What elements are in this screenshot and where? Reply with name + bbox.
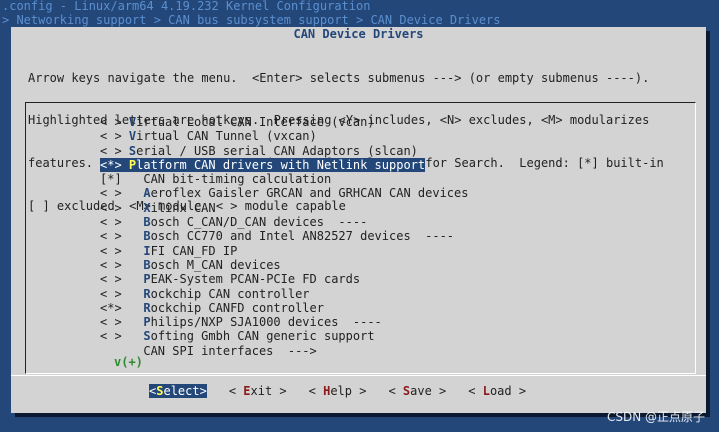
menu-item-label <box>129 229 143 243</box>
menu-list-box: < > Virtual Local CAN Interface (vcan) < … <box>25 102 696 374</box>
menu-item-state[interactable]: < > <box>100 144 129 158</box>
button-label: xit > <box>250 384 287 398</box>
menu-item-state[interactable]: < > <box>100 272 129 286</box>
menu-item-hotkey: B <box>143 257 151 272</box>
menu-item-label <box>129 329 143 343</box>
menu-item[interactable]: < > Virtual Local CAN Interface (vcan) <box>100 115 468 129</box>
menu-item[interactable]: < > PEAK-System PCAN-PCIe FD cards <box>100 272 468 286</box>
exit-button[interactable]: < Exit > <box>229 384 287 398</box>
menu-item-label: latform CAN drivers with Netlink support <box>136 157 426 172</box>
menu-item-label: eroflex Gaisler GRCAN and GRHCAN CAN dev… <box>150 186 469 201</box>
watermark: CSDN @正点原子 <box>606 409 705 424</box>
button-hotkey: L <box>482 384 490 398</box>
menu-item-label <box>129 315 143 329</box>
menu-item-label: osch C_CAN/D_CAN devices ---- <box>150 215 368 230</box>
menu-item-hotkey: X <box>143 200 151 215</box>
menu-item-hotkey: R <box>143 300 151 315</box>
menu-item-label: osch M_CAN devices <box>150 257 281 272</box>
menu-item-state[interactable]: < > <box>100 215 129 229</box>
menu-item-hotkey: B <box>143 229 151 244</box>
menu-item-label: osch CC770 and Intel AN82527 devices ---… <box>150 229 455 244</box>
menu-item[interactable]: < > Bosch CC770 and Intel AN82527 device… <box>100 229 468 243</box>
menu-item-hotkey: A <box>143 186 151 201</box>
menu-item-hotkey: I <box>143 243 151 258</box>
menu-item-label <box>129 258 143 272</box>
menu-item[interactable]: < > Bosch M_CAN devices <box>100 258 468 272</box>
menu-item-label: CAN bit-timing calculation <box>128 172 332 187</box>
dialog-title: CAN Device Drivers <box>11 27 706 41</box>
menu-item-label: ockchip CANFD controller <box>150 300 324 315</box>
menu-item-label <box>129 287 143 301</box>
menu-item-hotkey: P <box>143 272 151 287</box>
menu-item[interactable]: < > Aeroflex Gaisler GRCAN and GRHCAN CA… <box>100 186 468 200</box>
menu-item-label: EAK-System PCAN-PCIe FD cards <box>150 272 361 287</box>
menu-list[interactable]: < > Virtual Local CAN Interface (vcan) < … <box>100 115 468 358</box>
title-bar: .config - Linux/arm64 4.19.232 Kernel Co… <box>0 0 719 28</box>
menu-item-state[interactable]: <*> <box>100 158 129 172</box>
button-bracket: < <box>388 384 403 398</box>
menu-item[interactable]: < > Philips/NXP SJA1000 devices ---- <box>100 315 468 329</box>
menu-item-state[interactable]: < > <box>100 115 129 129</box>
menu-item-label <box>129 301 143 315</box>
menu-item[interactable]: < > Softing Gmbh CAN generic support <box>100 329 468 343</box>
button-bracket: < <box>308 384 324 398</box>
menu-item-label: ofting Gmbh CAN generic support <box>150 329 375 344</box>
help-button[interactable]: < Help > <box>309 384 367 398</box>
menu-item-state[interactable]: < > <box>100 329 129 343</box>
menu-item-label: irtual CAN Tunnel (vxcan) <box>136 129 317 144</box>
menu-item[interactable]: < > Virtual CAN Tunnel (vxcan) <box>100 129 468 143</box>
menu-item-label: CAN SPI interfaces ---> <box>128 343 317 358</box>
menu-item-hotkey: S <box>143 329 151 344</box>
menu-item-state[interactable]: < > <box>100 186 129 200</box>
menu-item-hotkey: R <box>143 286 151 301</box>
menu-item-state[interactable]: <*> <box>100 301 129 315</box>
menu-item[interactable]: < > Serial / USB serial CAN Adaptors (sl… <box>100 144 468 158</box>
menu-item-state[interactable]: < > <box>100 315 129 329</box>
button-bracket: < <box>228 384 244 398</box>
menu-dialog: CAN Device Drivers Arrow keys navigate t… <box>11 27 706 413</box>
breadcrumb: > Networking support > CAN bus subsystem… <box>2 13 501 27</box>
menu-item[interactable]: <*> Rockchip CANFD controller <box>100 301 468 315</box>
menu-item-label: irtual Local CAN Interface (vcan) <box>136 115 375 129</box>
menu-item-state[interactable]: < > <box>100 201 129 215</box>
button-label: elect> <box>163 384 207 398</box>
save-button[interactable]: < Save > <box>388 384 446 398</box>
menu-item[interactable]: < > Rockchip CAN controller <box>100 287 468 301</box>
select-button[interactable]: <Select> <box>149 384 207 399</box>
config-title: .config - Linux/arm64 4.19.232 Kernel Co… <box>2 0 371 13</box>
menu-item-label <box>129 186 143 200</box>
menu-item[interactable]: < > IFI CAN_FD IP <box>100 244 468 258</box>
menu-item[interactable]: [*] CAN bit-timing calculation <box>100 172 468 186</box>
menu-item-state[interactable]: < > <box>100 244 129 258</box>
menu-item[interactable]: < > Xilinx CAN <box>100 201 468 215</box>
menu-item-label: hilips/NXP SJA1000 devices ---- <box>150 315 382 330</box>
menu-item-label <box>129 215 143 229</box>
menu-item-state[interactable]: < > <box>100 287 129 301</box>
menu-item-state[interactable]: < > <box>100 229 129 243</box>
menu-item-label <box>129 201 143 215</box>
menu-item-state[interactable]: [*] <box>100 172 129 186</box>
button-hotkey: E <box>243 384 251 398</box>
button-bar: <Select> < Exit > < Help > < Save > < Load > <box>149 384 548 399</box>
menu-item-label <box>129 244 143 258</box>
load-button[interactable]: < Load > <box>468 384 526 398</box>
menu-item-state[interactable]: < > <box>100 129 129 143</box>
menu-item-label: FI CAN_FD IP <box>150 243 238 258</box>
menu-item-label: erial / USB serial CAN Adaptors (slcan) <box>136 143 418 158</box>
menu-item-hotkey: P <box>143 315 151 330</box>
menu-item[interactable]: < > Bosch C_CAN/D_CAN devices ---- <box>100 215 468 229</box>
menu-item-state[interactable]: < > <box>100 258 129 272</box>
menu-item[interactable]: <*> Platform CAN drivers with Netlink su… <box>100 157 468 173</box>
button-label: ave > <box>410 384 447 398</box>
menu-item-label <box>129 272 143 286</box>
menu-item-hotkey: B <box>143 215 151 230</box>
button-label: elp > <box>330 384 367 398</box>
scroll-more-indicator: v(+) <box>114 355 143 369</box>
help-line: Arrow keys navigate the menu. <Enter> se… <box>28 70 650 85</box>
button-label: oad > <box>489 384 527 398</box>
menu-item-label: ilinx CAN <box>150 200 216 215</box>
button-bracket: < <box>468 384 483 398</box>
menu-item-label: ockchip CAN controller <box>150 286 310 301</box>
menu-item[interactable]: CAN SPI interfaces ---> <box>100 344 468 358</box>
